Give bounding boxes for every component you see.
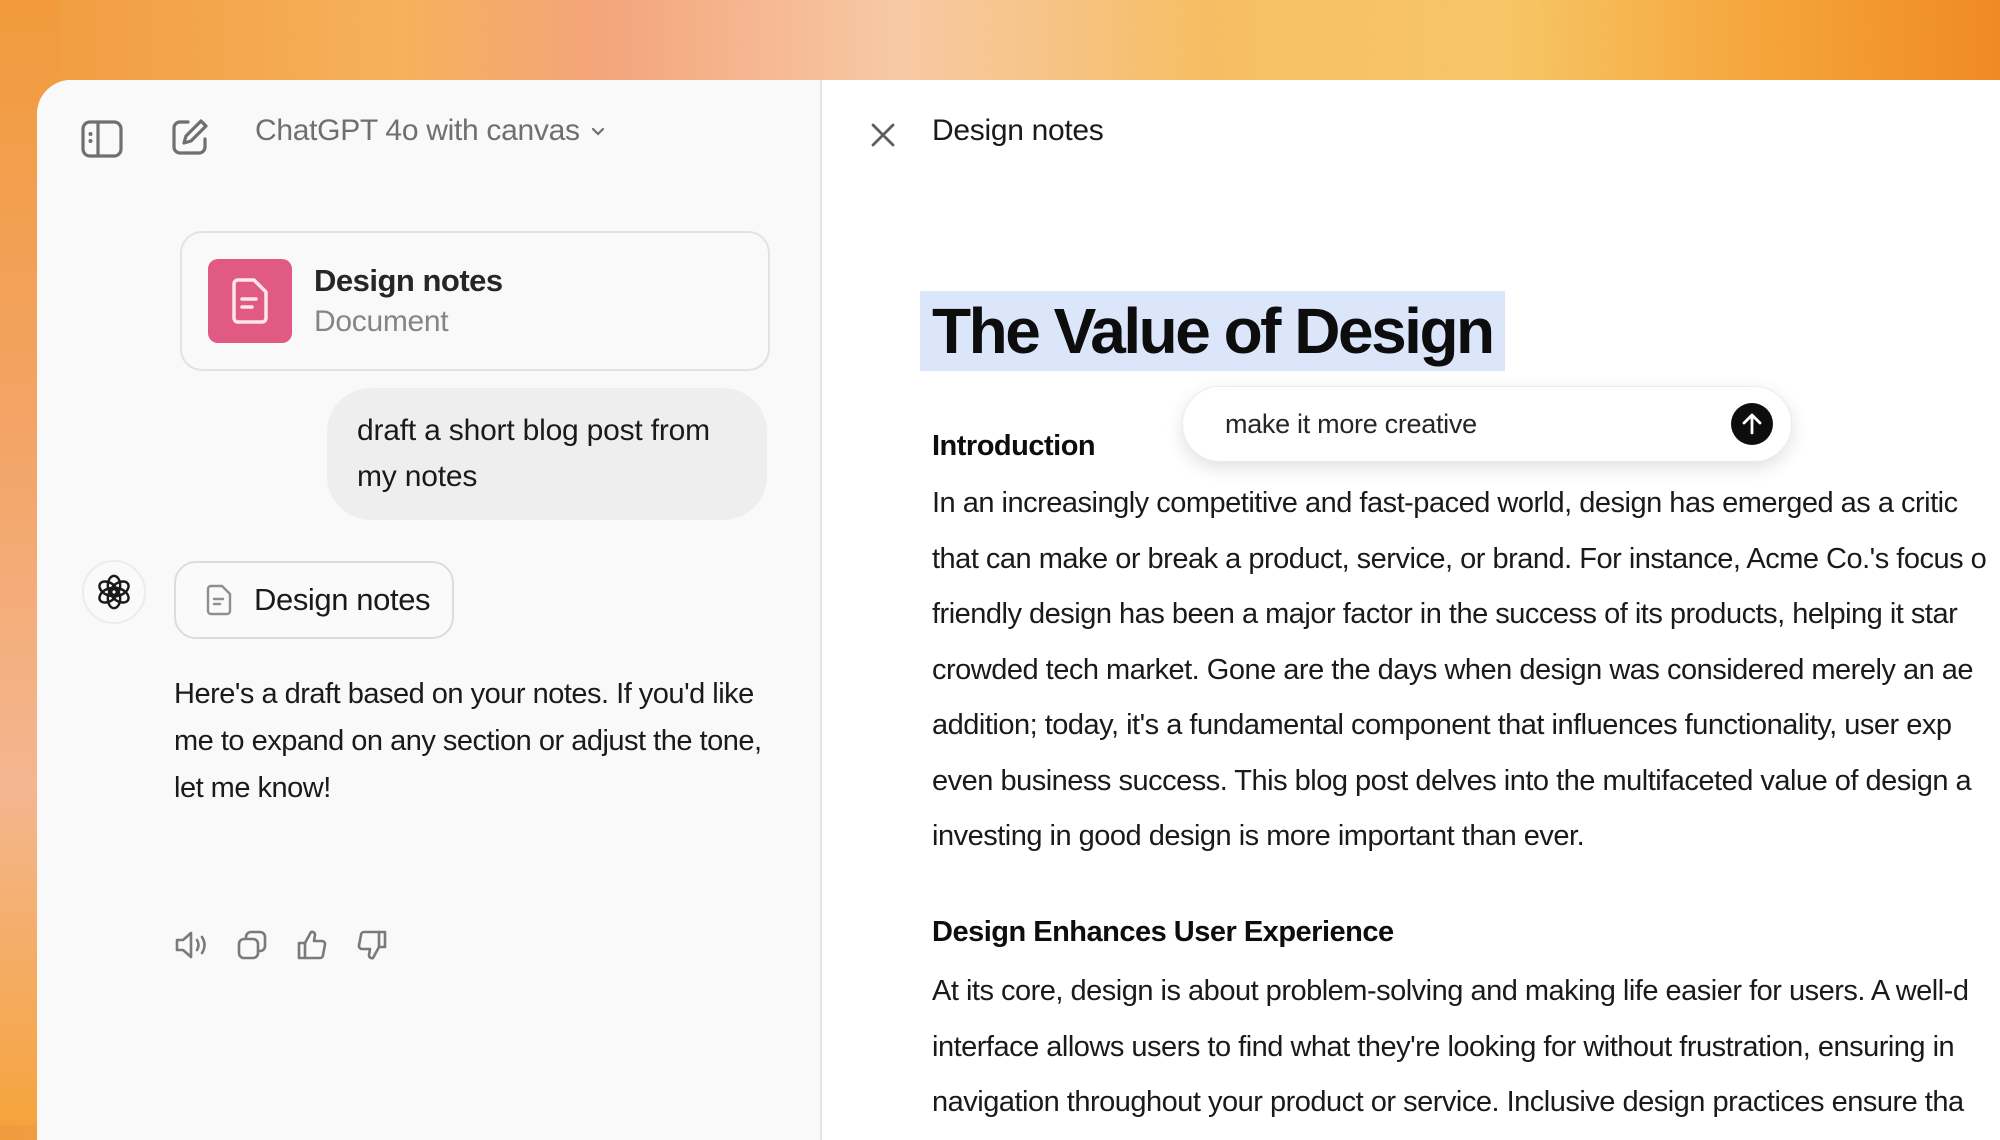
section-paragraph: In an increasingly competitive and fast-… [932,476,1987,865]
document-heading-selected[interactable]: The Value of Design [920,291,1505,371]
openai-logo-icon [98,574,130,610]
assistant-message: Here's a draft based on your notes. If y… [174,678,762,804]
canvas-title: Design notes [932,114,1104,147]
paragraph-line: investing in good design is more importa… [932,820,1585,852]
user-message: draft a short blog post from my notes [327,388,767,520]
copy-button[interactable] [234,927,270,963]
section-paragraph: At its core, design is about problem-sol… [932,964,1969,1131]
document-card-title: Design notes [314,263,503,298]
document-chip-label: Design notes [254,582,431,617]
new-chat-button[interactable] [167,114,213,160]
inline-prompt-input[interactable] [1223,407,1731,441]
document-icon [206,584,232,616]
read-aloud-button[interactable] [174,927,210,963]
canvas-pane: Design notes The Value of Design Introdu… [822,80,2000,1140]
send-button[interactable] [1731,403,1773,445]
paragraph-line: even business success. This blog post de… [932,764,1972,797]
assistant-document-chip[interactable]: Design notes [174,561,454,639]
close-icon [871,123,895,147]
thumbs-down-button[interactable] [354,927,390,963]
message-actions [174,927,390,963]
app-window: ChatGPT 4o with canvas Design notes Docu… [37,80,2000,1140]
paragraph-line: In an increasingly competitive and fast-… [932,487,1958,519]
new-chat-icon [172,119,208,155]
paragraph-line: At its core, design is about problem-sol… [932,975,1969,1007]
document-card-subtitle: Document [314,305,449,338]
sidebar-toggle-button[interactable] [79,116,125,162]
model-label: ChatGPT 4o with canvas [255,114,580,147]
paragraph-line: interface allows users to find what they… [932,1030,1955,1063]
assistant-avatar [82,560,146,624]
paragraph-line: that can make or break a product, servic… [932,542,1987,575]
inline-edit-prompt [1182,386,1792,462]
document-card-icon-tile [208,259,292,343]
chevron-down-icon [591,127,604,136]
paragraph-line: friendly design has been a major factor … [932,598,1958,630]
paragraph-line: navigation throughout your product or se… [932,1086,1964,1118]
paragraph-line: addition; today, it's a fundamental comp… [932,709,1952,741]
thumbs-up-button[interactable] [294,927,330,963]
section-heading: Design Enhances User Experience [932,916,1394,948]
user-message-line: draft a short blog post from [357,414,710,447]
section-heading: Introduction [932,430,1096,462]
model-selector[interactable]: ChatGPT 4o with canvas [255,114,606,148]
thumbs-down-icon [357,930,387,960]
thumbs-up-icon [297,930,327,960]
arrow-up-icon [1742,413,1762,435]
copy-icon [237,930,267,960]
document-card[interactable]: Design notes Document [180,231,770,371]
user-message-line: my notes [357,460,478,493]
speaker-icon [175,931,206,959]
chat-header: ChatGPT 4o with canvas [37,80,820,190]
close-canvas-button[interactable] [866,118,900,152]
document-icon [232,278,268,324]
sidebar-toggle-icon [81,120,123,158]
chat-pane: ChatGPT 4o with canvas Design notes Docu… [37,80,822,1140]
paragraph-line: crowded tech market. Gone are the days w… [932,653,1974,686]
